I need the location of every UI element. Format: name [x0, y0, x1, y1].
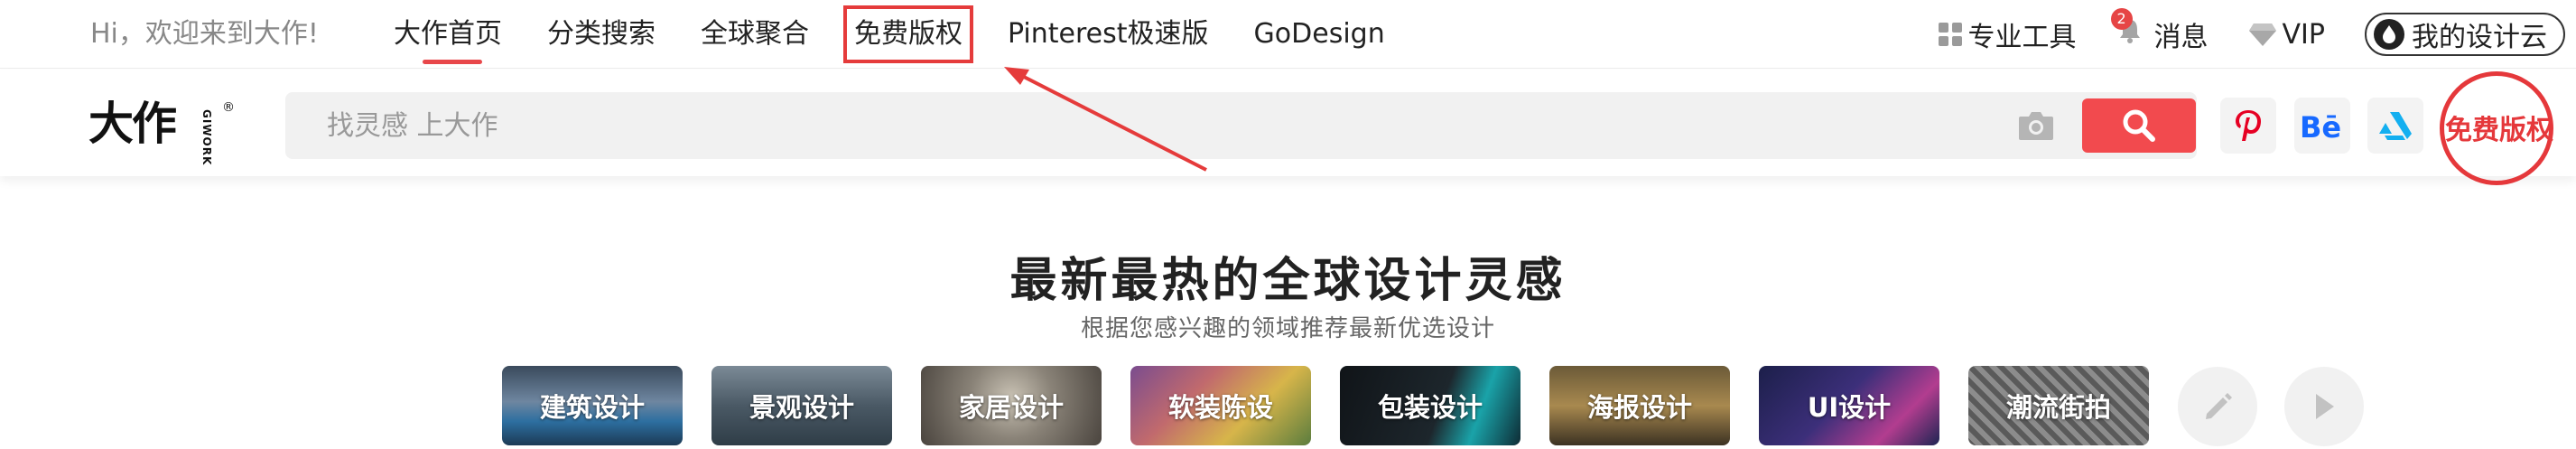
top-navigation-bar: Hi，欢迎来到大作! 大作首页 分类搜索 全球聚合 免费版权 Pinterest… — [0, 0, 2576, 69]
hero-title: 最新最热的全球设计灵感 — [1009, 254, 1567, 308]
category-packaging[interactable]: 包装设计 — [1340, 366, 1520, 445]
grid-icon — [1938, 23, 1962, 46]
category-home[interactable]: 家居设计 — [921, 366, 1102, 445]
cloud-label: 我的设计云 — [2412, 22, 2547, 53]
play-arrow-icon — [2316, 394, 2334, 419]
search-header: 大作 GIWORK ® Bē 免费版权 — [0, 70, 2576, 176]
pro-tools-label: 专业工具 — [1967, 22, 2077, 53]
artstation-button[interactable] — [2367, 98, 2423, 154]
vip-link[interactable]: VIP — [2248, 19, 2325, 51]
nav-global-aggregate[interactable]: 全球聚合 — [701, 16, 809, 52]
category-poster[interactable]: 海报设计 — [1549, 366, 1730, 445]
nav-free-copyright[interactable]: 免费版权 — [843, 5, 973, 63]
logo-text: 大作 — [88, 98, 177, 150]
message-count-badge: 2 — [2110, 8, 2133, 30]
behance-icon: Bē — [2300, 110, 2341, 141]
pinterest-icon — [2236, 110, 2261, 141]
category-label: 家居设计 — [958, 392, 1064, 423]
next-categories-button[interactable] — [2284, 367, 2364, 446]
main-nav: 大作首页 分类搜索 全球聚合 免费版权 Pinterest极速版 GoDesig… — [394, 5, 1430, 64]
cloud-logo-icon — [2374, 19, 2404, 50]
logo-subtext: GIWORK — [200, 109, 213, 166]
nav-category-search[interactable]: 分类搜索 — [547, 16, 656, 52]
site-logo[interactable]: 大作 GIWORK ® — [88, 97, 237, 165]
search-button[interactable] — [2082, 98, 2196, 153]
search-icon — [2123, 109, 2155, 142]
category-label: 建筑设计 — [539, 392, 645, 423]
artstation-icon — [2379, 112, 2412, 140]
category-label: 海报设计 — [1586, 392, 1692, 423]
search-input[interactable] — [327, 92, 1862, 159]
my-design-cloud-button[interactable]: 我的设计云 — [2365, 13, 2565, 56]
category-list: 建筑设计 景观设计 家居设计 软装陈设 包装设计 海报设计 UI设计 潮流街拍 — [502, 366, 2178, 445]
category-label: UI设计 — [1807, 392, 1892, 423]
logo-registered-mark: ® — [222, 100, 235, 115]
nav-home[interactable]: 大作首页 — [394, 16, 502, 64]
messages-link[interactable]: 2 消息 — [2110, 8, 2209, 54]
behance-button[interactable]: Bē — [2294, 98, 2350, 154]
category-landscape[interactable]: 景观设计 — [711, 366, 892, 445]
svg-text:Bē: Bē — [2300, 110, 2341, 141]
category-label: 包装设计 — [1377, 392, 1483, 423]
hero-subtitle: 根据您感兴趣的领域推荐最新优选设计 — [1080, 315, 1495, 342]
greeting-text: Hi，欢迎来到大作! — [90, 18, 319, 50]
messages-label: 消息 — [2153, 22, 2209, 53]
pro-tools-menu[interactable]: 专业工具 — [1938, 14, 2077, 54]
category-label: 景观设计 — [749, 392, 854, 423]
top-right-actions: 专业工具 2 消息 VIP 我的设计云 — [1938, 8, 2576, 58]
camera-icon[interactable] — [2017, 109, 2055, 142]
edit-interests-button[interactable] — [2178, 367, 2257, 446]
vip-label: VIP — [2282, 18, 2325, 51]
category-street-style[interactable]: 潮流街拍 — [1968, 366, 2149, 445]
nav-godesign[interactable]: GoDesign — [1254, 16, 1385, 52]
nav-pinterest-fast[interactable]: Pinterest极速版 — [1008, 16, 1209, 52]
diamond-icon — [2248, 23, 2276, 46]
search-bar — [285, 92, 2197, 159]
annotation-circle — [2440, 71, 2553, 185]
pinterest-button[interactable] — [2220, 98, 2276, 154]
category-soft-decor[interactable]: 软装陈设 — [1130, 366, 1311, 445]
category-ui[interactable]: UI设计 — [1759, 366, 1939, 445]
pencil-icon — [2206, 393, 2232, 419]
category-label: 潮流街拍 — [2005, 392, 2111, 423]
category-architecture[interactable]: 建筑设计 — [502, 366, 683, 445]
category-label: 软装陈设 — [1167, 392, 1273, 423]
